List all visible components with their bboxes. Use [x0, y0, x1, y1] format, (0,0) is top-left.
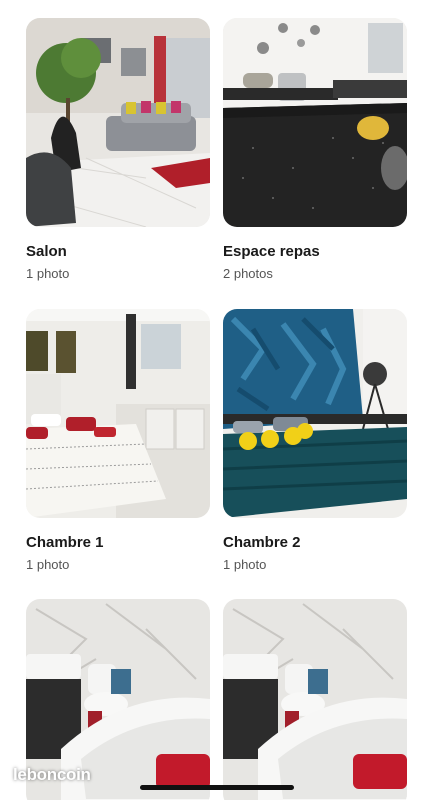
photo-count: 1 photo	[223, 557, 267, 572]
room-title: Espace repas	[223, 243, 320, 260]
home-indicator[interactable]	[140, 785, 294, 790]
room-card-salon[interactable]: Salon 1 photo	[26, 18, 210, 283]
room-card-chambre-2[interactable]: Chambre 2 1 photo	[223, 309, 407, 574]
room-photo-bathroom-2[interactable]	[223, 599, 407, 800]
room-photo-chambre-1[interactable]	[26, 309, 210, 518]
leboncoin-logo: leboncoin	[13, 765, 91, 784]
photo-count: 1 photo	[26, 266, 70, 281]
room-photo-grid: Salon 1 photo Espace repas 2 photos Cham…	[0, 0, 433, 800]
room-card-espace-repas[interactable]: Espace repas 2 photos	[223, 18, 407, 283]
photo-count: 2 photos	[223, 266, 273, 281]
room-photo-chambre-2[interactable]	[223, 309, 407, 518]
room-card-bathroom-2[interactable]	[223, 599, 407, 800]
room-title: Salon	[26, 243, 67, 260]
photo-count: 1 photo	[26, 557, 70, 572]
room-photo-espace-repas[interactable]	[223, 18, 407, 227]
room-title: Chambre 1	[26, 534, 104, 551]
room-title: Chambre 2	[223, 534, 301, 551]
room-card-chambre-1[interactable]: Chambre 1 1 photo	[26, 309, 210, 574]
room-photo-salon[interactable]	[26, 18, 210, 227]
